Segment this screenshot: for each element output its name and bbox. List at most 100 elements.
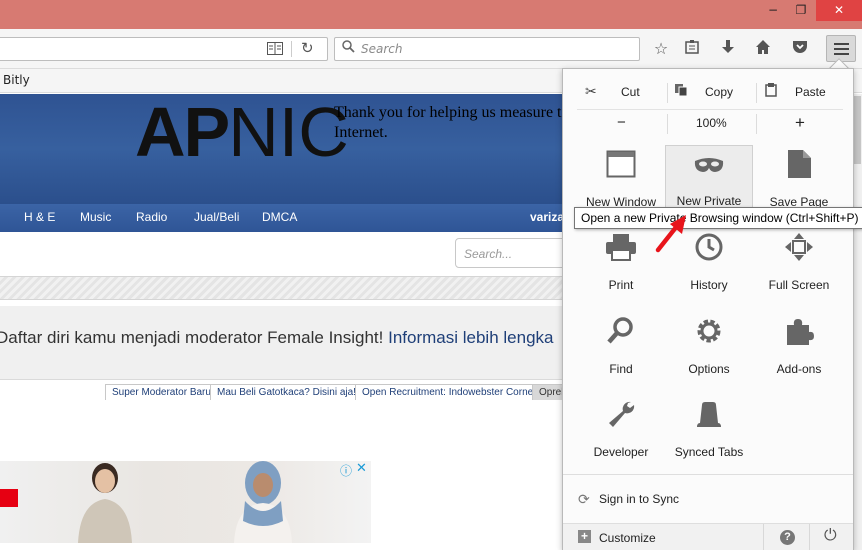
thread-tab[interactable]: Mau Beli Gatotkaca? Disini aja!!! bbox=[210, 384, 369, 400]
logo-bold-text: AP bbox=[135, 93, 230, 171]
customize-plus-icon: + bbox=[578, 530, 591, 543]
tooltip: Open a new Private Browsing window (Ctrl… bbox=[574, 207, 862, 229]
bookmark-item[interactable]: Bitly bbox=[3, 73, 30, 87]
full-screen-button[interactable]: Full Screen bbox=[755, 228, 843, 300]
hamburger-menu-icon[interactable] bbox=[826, 35, 856, 62]
notice-link[interactable]: Informasi lebih lengka bbox=[388, 328, 553, 347]
minimize-button[interactable]: − bbox=[760, 0, 786, 21]
maximize-button[interactable]: ❐ bbox=[788, 0, 814, 21]
nav-link-jual-beli[interactable]: Jual/Beli bbox=[194, 210, 239, 224]
add-ons-button[interactable]: Add-ons bbox=[755, 312, 843, 384]
paste-button[interactable]: Paste bbox=[757, 77, 843, 107]
url-separator bbox=[291, 41, 292, 57]
nav-link-radio[interactable]: Radio bbox=[136, 210, 167, 224]
history-label: History bbox=[690, 278, 728, 292]
ad-model-image bbox=[78, 463, 132, 543]
fullscreen-icon bbox=[755, 232, 843, 266]
paste-label: Paste bbox=[795, 85, 826, 99]
options-gear-icon bbox=[665, 316, 753, 350]
ad-banner[interactable]: ⓘ ✕ bbox=[0, 461, 371, 543]
edit-controls: ✂ Cut Copy Paste bbox=[577, 77, 843, 107]
divider bbox=[563, 474, 853, 475]
logo-thin-text: NIC bbox=[228, 93, 349, 171]
find-button[interactable]: Find bbox=[577, 312, 665, 384]
zoom-reset-button[interactable]: 100% bbox=[668, 110, 756, 137]
sync-icon: ⟳ bbox=[578, 491, 590, 507]
find-magnifier-icon bbox=[577, 316, 665, 350]
copy-label: Copy bbox=[705, 85, 734, 99]
synced-tabs-icon bbox=[665, 399, 753, 433]
home-icon[interactable] bbox=[752, 39, 774, 59]
navigation-toolbar: ↻ Search ☆ bbox=[0, 29, 862, 69]
quit-button[interactable]: ⏻ bbox=[809, 524, 853, 550]
nav-link-music[interactable]: Music bbox=[80, 210, 111, 224]
download-icon[interactable] bbox=[717, 39, 739, 59]
title-bar: − ❐ ✕ bbox=[0, 0, 862, 29]
addons-puzzle-icon bbox=[755, 316, 843, 350]
app-menu-panel: ✂ Cut Copy Paste − 100% + New Window New… bbox=[562, 68, 854, 550]
developer-wrench-icon bbox=[577, 399, 665, 433]
copy-icon bbox=[674, 83, 688, 100]
save-page-icon bbox=[755, 149, 843, 183]
notice-banner: Daftar diri kamu menjadi moderator Femal… bbox=[0, 306, 600, 380]
help-icon: ? bbox=[780, 530, 795, 545]
thread-tab[interactable]: Open Recruitment: Indowebster Corner bbox=[355, 384, 544, 400]
sign-in-to-sync-button[interactable]: ⟳ Sign in to Sync bbox=[563, 482, 853, 516]
red-annotation-arrow-icon bbox=[655, 215, 686, 253]
site-search-placeholder: Search... bbox=[464, 247, 513, 261]
find-label: Find bbox=[609, 362, 633, 376]
ad-brand-logo bbox=[0, 489, 18, 507]
paste-icon bbox=[765, 83, 777, 100]
help-button[interactable]: ? bbox=[763, 524, 809, 550]
bookmark-star-icon[interactable]: ☆ bbox=[650, 39, 672, 58]
zoom-level: 100% bbox=[696, 116, 727, 130]
ad-model-image bbox=[234, 461, 292, 543]
zoom-out-button[interactable]: − bbox=[577, 110, 667, 137]
decorative-strip bbox=[0, 276, 600, 300]
synced-tabs-button[interactable]: Synced Tabs bbox=[665, 395, 753, 467]
developer-label: Developer bbox=[593, 445, 649, 459]
menu-footer: + Customize ? ⏻ bbox=[563, 524, 853, 550]
customize-label: Customize bbox=[599, 531, 656, 545]
apnic-logo: APNIC bbox=[135, 97, 349, 167]
ad-info-icon[interactable]: ⓘ bbox=[340, 462, 352, 479]
power-icon: ⏻ bbox=[824, 527, 837, 544]
copy-button[interactable]: Copy bbox=[668, 77, 756, 107]
developer-button[interactable]: Developer bbox=[577, 395, 665, 467]
header-message: Thank you for helping us measure t Inter… bbox=[334, 104, 562, 141]
ad-close-icon[interactable]: ✕ bbox=[356, 461, 367, 476]
private-mask-icon bbox=[666, 150, 752, 184]
new-private-label: New Private bbox=[676, 194, 742, 208]
add-ons-label: Add-ons bbox=[776, 362, 822, 376]
sync-label: Sign in to Sync bbox=[599, 492, 680, 506]
reader-view-icon[interactable] bbox=[267, 42, 283, 59]
url-bar[interactable]: ↻ bbox=[0, 37, 328, 61]
cut-button[interactable]: ✂ Cut bbox=[577, 77, 667, 107]
site-search-input[interactable]: Search... bbox=[455, 238, 575, 268]
nav-link-he[interactable]: H & E bbox=[24, 210, 55, 224]
close-window-button[interactable]: ✕ bbox=[816, 0, 862, 21]
zoom-controls: − 100% + bbox=[577, 109, 843, 137]
customize-button[interactable]: + Customize bbox=[563, 524, 763, 550]
reload-icon[interactable]: ↻ bbox=[301, 39, 314, 57]
notice-text: Daftar diri kamu menjadi moderator Femal… bbox=[0, 328, 553, 348]
bookmarks-list-icon[interactable] bbox=[681, 39, 703, 59]
zoom-in-button[interactable]: + bbox=[757, 110, 843, 137]
synced-tabs-label: Synced Tabs bbox=[674, 445, 744, 459]
zoom-out-icon: − bbox=[617, 114, 626, 131]
new-window-icon bbox=[577, 149, 665, 183]
search-placeholder: Search bbox=[361, 42, 403, 56]
options-button[interactable]: Options bbox=[665, 312, 753, 384]
scrollbar-thumb[interactable] bbox=[853, 96, 861, 164]
nav-username[interactable]: variza bbox=[530, 210, 564, 224]
notice-message: Daftar diri kamu menjadi moderator Femal… bbox=[0, 328, 389, 347]
pocket-icon[interactable] bbox=[789, 39, 811, 59]
search-icon bbox=[342, 40, 355, 57]
search-bar[interactable]: Search bbox=[334, 37, 640, 61]
full-screen-label: Full Screen bbox=[768, 278, 830, 292]
cut-label: Cut bbox=[621, 85, 640, 99]
nav-link-dmca[interactable]: DMCA bbox=[262, 210, 297, 224]
print-label: Print bbox=[608, 278, 634, 292]
zoom-in-icon: + bbox=[795, 113, 805, 132]
thread-tab[interactable]: Super Moderator Baru bbox=[105, 384, 218, 400]
